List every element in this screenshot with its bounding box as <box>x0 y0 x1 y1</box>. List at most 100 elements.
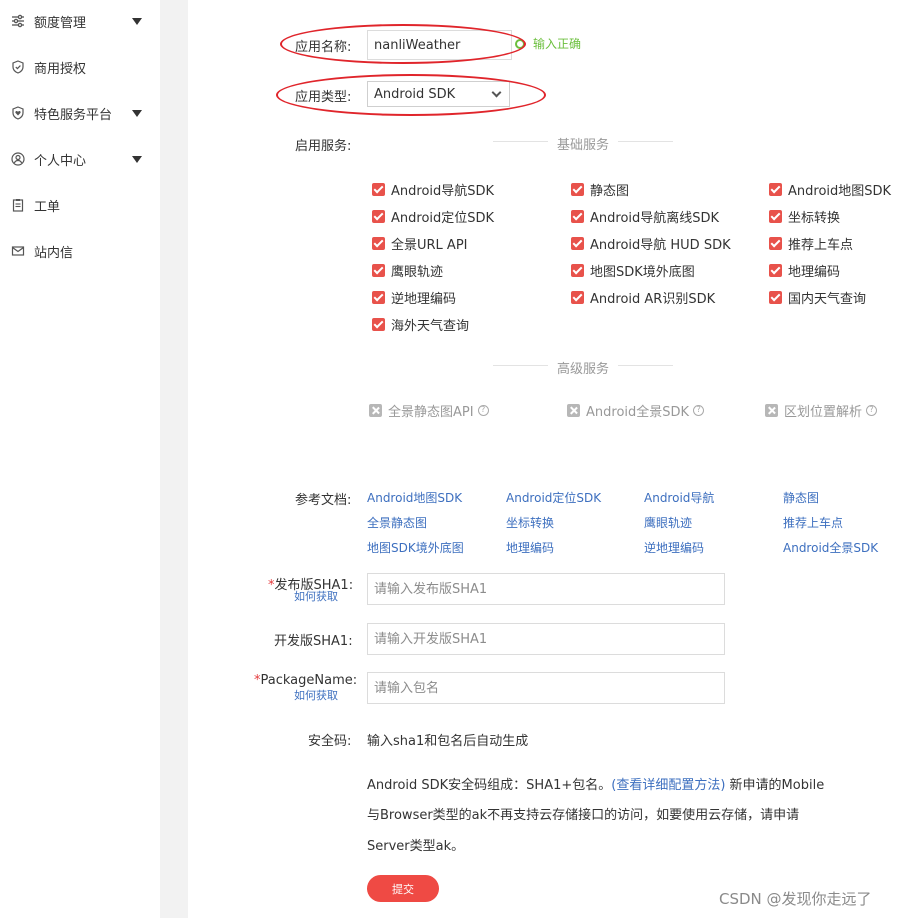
checkbox-checked-icon <box>769 182 782 196</box>
checkbox-checked-icon <box>372 236 385 250</box>
service-checkbox[interactable]: 全景URL API <box>372 235 468 253</box>
checkbox-checked-icon <box>372 209 385 223</box>
sidebar-item-commercial-license[interactable]: 商用授权 <box>0 52 160 82</box>
doc-link[interactable]: Android地图SDK <box>367 489 462 506</box>
advanced-service-checkbox: Android全景SDK? <box>567 402 705 420</box>
doc-link[interactable]: 推荐上车点 <box>783 514 843 531</box>
service-checkbox[interactable]: 推荐上车点 <box>769 235 853 253</box>
sidebar-item-label: 工单 <box>34 199 61 215</box>
sidebar-item-label: 额度管理 <box>34 15 87 31</box>
app-type-selected-value: Android SDK <box>374 86 456 102</box>
doc-link[interactable]: 坐标转换 <box>506 514 554 531</box>
service-checkbox[interactable]: 鹰眼轨迹 <box>372 262 443 280</box>
sidebar: 额度管理 商用授权 特色服务平台 个人中心 工单 站内信 <box>0 0 160 918</box>
checkbox-checked-icon <box>571 209 584 223</box>
sidebar-item-label: 站内信 <box>34 245 74 261</box>
service-label: 全景URL API <box>391 237 468 253</box>
app-name-input[interactable] <box>367 30 512 60</box>
doc-link[interactable]: Android全景SDK <box>783 539 878 556</box>
release-sha1-help-link[interactable]: 如何获取 <box>294 588 338 604</box>
sidebar-item-label: 特色服务平台 <box>34 107 113 123</box>
divider-line <box>618 141 673 142</box>
config-method-link[interactable]: (查看详细配置方法) <box>611 778 725 793</box>
valid-check-icon <box>515 39 525 49</box>
dev-sha1-label: 开发版SHA1: <box>274 634 353 649</box>
app-name-label: 应用名称: <box>295 40 352 55</box>
checkbox-checked-icon <box>372 182 385 196</box>
sidebar-item-quota[interactable]: 额度管理 <box>0 6 160 36</box>
doc-link[interactable]: 静态图 <box>783 489 819 506</box>
service-checkbox[interactable]: 坐标转换 <box>769 208 841 226</box>
doc-link[interactable]: 全景静态图 <box>367 514 427 531</box>
docs-label: 参考文档: <box>295 493 352 508</box>
sidebar-item-tickets[interactable]: 工单 <box>0 190 160 220</box>
service-checkbox[interactable]: Android定位SDK <box>372 208 494 226</box>
checkbox-checked-icon <box>372 317 385 331</box>
release-sha1-input[interactable] <box>367 573 725 605</box>
doc-link[interactable]: Android定位SDK <box>506 489 601 506</box>
app-type-select[interactable]: Android SDK <box>367 81 510 107</box>
service-checkbox[interactable]: Android AR识别SDK <box>571 289 716 307</box>
security-note-line2: 与Browser类型的ak不再支持云存储接口的访问，如要使用云存储，请申请 <box>367 808 800 823</box>
caret-down-icon <box>132 17 142 25</box>
checkbox-checked-icon <box>769 263 782 277</box>
submit-button[interactable]: 提交 <box>367 875 439 902</box>
help-icon[interactable]: ? <box>477 404 489 416</box>
service-label: 坐标转换 <box>788 210 841 226</box>
service-label: Android导航SDK <box>391 183 495 199</box>
checkbox-checked-icon <box>372 290 385 304</box>
app-type-label: 应用类型: <box>295 90 352 105</box>
security-note-text: 新申请的Mobile <box>725 778 825 793</box>
service-checkbox[interactable]: 海外天气查询 <box>372 316 469 334</box>
sidebar-item-personal-center[interactable]: 个人中心 <box>0 144 160 174</box>
checkbox-disabled-icon <box>567 403 580 417</box>
checkbox-checked-icon <box>769 209 782 223</box>
help-icon[interactable]: ? <box>866 404 878 416</box>
service-checkbox[interactable]: Android导航 HUD SDK <box>571 235 731 253</box>
basic-services-divider: 基础服务 <box>493 134 673 153</box>
service-checkbox[interactable]: Android导航SDK <box>372 181 495 199</box>
divider-line <box>493 141 548 142</box>
service-checkbox[interactable]: 逆地理编码 <box>372 289 456 307</box>
advanced-service-label: 全景静态图API <box>388 404 474 420</box>
doc-link[interactable]: 逆地理编码 <box>644 539 704 556</box>
service-label: 地图SDK境外底图 <box>590 264 695 280</box>
caret-down-icon <box>132 155 142 163</box>
sidebar-item-messages[interactable]: 站内信 <box>0 236 160 266</box>
package-name-label-text: PackageName: <box>260 673 358 688</box>
advanced-service-label: Android全景SDK <box>586 404 690 420</box>
checkbox-checked-icon <box>571 263 584 277</box>
mail-icon <box>11 244 25 258</box>
security-note-line1: Android SDK安全码组成：SHA1+包名。(查看详细配置方法) 新申请的… <box>367 774 824 793</box>
service-checkbox[interactable]: 静态图 <box>571 181 629 199</box>
security-note-line3: Server类型ak。 <box>367 839 465 854</box>
content-gutter <box>160 0 188 918</box>
sliders-icon <box>11 14 25 28</box>
clipboard-icon <box>11 198 25 212</box>
security-code-value: 输入sha1和包名后自动生成 <box>367 734 529 749</box>
basic-services-title: 基础服务 <box>557 138 610 153</box>
app-name-valid-text: 输入正确 <box>533 37 582 51</box>
service-checkbox[interactable]: Android导航离线SDK <box>571 208 719 226</box>
service-label: 国内天气查询 <box>788 291 867 307</box>
package-name-input[interactable] <box>367 672 725 704</box>
service-checkbox[interactable]: 地理编码 <box>769 262 840 280</box>
service-label: Android AR识别SDK <box>590 291 716 307</box>
help-icon[interactable]: ? <box>693 404 705 416</box>
service-checkbox[interactable]: 地图SDK境外底图 <box>571 262 695 280</box>
service-checkbox[interactable]: Android地图SDK <box>769 181 891 199</box>
package-name-help-link[interactable]: 如何获取 <box>294 687 338 703</box>
advanced-services-title: 高级服务 <box>557 362 610 377</box>
doc-link[interactable]: Android导航 <box>644 489 714 506</box>
dev-sha1-input[interactable] <box>367 623 725 655</box>
checkbox-checked-icon <box>571 182 584 196</box>
doc-link[interactable]: 地图SDK境外底图 <box>367 539 464 556</box>
advanced-service-checkbox: 区划位置解析? <box>765 402 878 420</box>
doc-link[interactable]: 鹰眼轨迹 <box>644 514 692 531</box>
sidebar-item-featured-services[interactable]: 特色服务平台 <box>0 98 160 128</box>
sidebar-item-label: 个人中心 <box>34 153 87 169</box>
doc-link[interactable]: 地理编码 <box>506 539 554 556</box>
service-checkbox[interactable]: 国内天气查询 <box>769 289 867 307</box>
checkbox-disabled-icon <box>765 403 778 417</box>
services-label: 启用服务: <box>295 139 352 154</box>
